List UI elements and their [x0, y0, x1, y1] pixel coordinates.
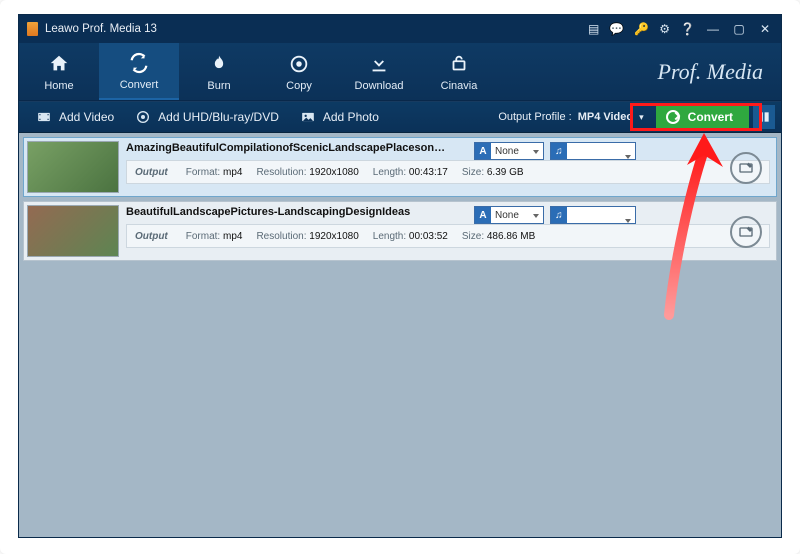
add-video-label: Add Video	[59, 110, 114, 124]
maximize-button[interactable]: ▢	[731, 21, 747, 37]
tab-burn[interactable]: Burn	[179, 43, 259, 100]
thumbnail	[27, 141, 119, 193]
chat-icon[interactable]: 💬	[609, 22, 624, 36]
key-icon[interactable]: 🔑	[634, 22, 649, 36]
queue-panel-button[interactable]	[753, 105, 775, 129]
output-profile[interactable]: Output Profile : MP4 Video ▾	[498, 111, 655, 123]
app-logo-icon	[27, 22, 38, 36]
subtitle-select[interactable]: A None	[474, 206, 544, 224]
tab-burn-label: Burn	[207, 80, 230, 92]
tab-copy[interactable]: Copy	[259, 43, 339, 100]
refresh-icon	[666, 110, 680, 124]
tab-download[interactable]: Download	[339, 43, 419, 100]
audio-select[interactable]: ♫	[550, 142, 636, 160]
tab-download-label: Download	[355, 80, 404, 92]
list-item[interactable]: AmazingBeautifulCompilationofScenicLands…	[23, 137, 777, 197]
tab-home[interactable]: Home	[19, 43, 99, 100]
output-info: Output Format: mp4 Resolution: 1920x1080…	[126, 160, 770, 184]
add-disc-label: Add UHD/Blu-ray/DVD	[158, 110, 279, 124]
tab-convert-label: Convert	[120, 79, 159, 91]
file-title: AmazingBeautifulCompilationofScenicLands…	[126, 142, 446, 154]
tab-copy-label: Copy	[286, 80, 312, 92]
app-window: Leawo Prof. Media 13 ▤ 💬 🔑 ⚙ ❔ — ▢ ✕ Hom…	[18, 14, 782, 538]
file-title: BeautifulLandscapePictures-LandscapingDe…	[126, 206, 446, 218]
output-info: Output Format: mp4 Resolution: 1920x1080…	[126, 224, 770, 248]
add-video-button[interactable]: Add Video	[25, 102, 124, 132]
copy-icon	[288, 52, 310, 76]
settings-icon[interactable]: ⚙	[659, 22, 670, 36]
subbar: Add Video Add UHD/Blu-ray/DVD Add Photo …	[19, 101, 781, 133]
close-button[interactable]: ✕	[757, 21, 773, 37]
window-title: Leawo Prof. Media 13	[45, 23, 157, 35]
subtitle-icon: A	[475, 207, 491, 223]
add-photo-button[interactable]: Add Photo	[289, 102, 389, 132]
edit-button[interactable]	[730, 216, 762, 248]
subtitle-icon: A	[475, 143, 491, 159]
list-item[interactable]: BeautifulLandscapePictures-LandscapingDe…	[23, 201, 777, 261]
titlebar: Leawo Prof. Media 13 ▤ 💬 🔑 ⚙ ❔ — ▢ ✕	[19, 15, 781, 43]
tab-cinavia[interactable]: Cinavia	[419, 43, 499, 100]
convert-button-label: Convert	[688, 110, 733, 124]
convert-icon	[128, 51, 150, 75]
cinavia-icon	[448, 52, 470, 76]
audio-icon: ♫	[551, 207, 567, 223]
brand-label: Prof. Media	[658, 43, 782, 100]
audio-icon: ♫	[551, 143, 567, 159]
output-profile-value: MP4 Video	[578, 111, 633, 123]
add-disc-button[interactable]: Add UHD/Blu-ray/DVD	[124, 102, 289, 132]
output-profile-label: Output Profile :	[498, 111, 571, 123]
disc-icon	[134, 109, 152, 125]
tab-home-label: Home	[44, 80, 73, 92]
film-icon	[35, 109, 53, 125]
activity-icon[interactable]: ▤	[588, 22, 599, 36]
home-icon	[48, 52, 70, 76]
download-icon	[368, 52, 390, 76]
burn-icon	[209, 52, 229, 76]
add-photo-label: Add Photo	[323, 110, 379, 124]
photo-icon	[299, 109, 317, 125]
help-icon[interactable]: ❔	[680, 22, 695, 36]
tab-convert[interactable]: Convert	[99, 43, 179, 100]
convert-button[interactable]: Convert	[656, 105, 749, 129]
tab-cinavia-label: Cinavia	[441, 80, 478, 92]
minimize-button[interactable]: —	[705, 21, 721, 37]
thumbnail	[27, 205, 119, 257]
file-list: AmazingBeautifulCompilationofScenicLands…	[19, 133, 781, 537]
audio-select[interactable]: ♫	[550, 206, 636, 224]
main-toolbar: Home Convert Burn Copy Download	[19, 43, 781, 101]
chevron-down-icon: ▾	[639, 112, 644, 123]
subtitle-select[interactable]: A None	[474, 142, 544, 160]
edit-button[interactable]	[730, 152, 762, 184]
